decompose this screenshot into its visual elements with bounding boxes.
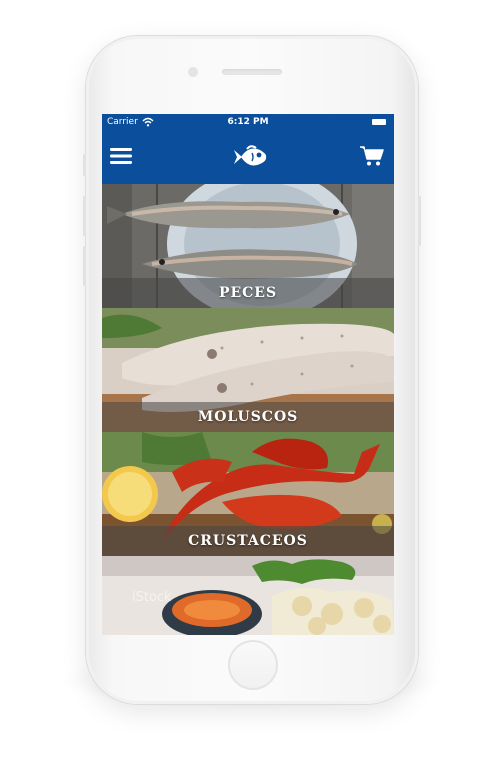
category-moluscos[interactable]: MOLUSCOS (102, 308, 394, 432)
category-platos[interactable]: iStock (102, 556, 394, 635)
category-peces[interactable]: PECES (102, 184, 394, 308)
volume-up-button (83, 196, 86, 236)
shopping-cart-icon[interactable] (360, 145, 384, 167)
category-crustaceos[interactable]: CRUSTACEOS (102, 432, 394, 556)
category-label: PECES (218, 285, 278, 301)
hamburger-menu-icon[interactable] (110, 146, 132, 166)
front-camera (188, 67, 198, 77)
phone-frame: Carrier 6:12 PM PECES MOLUSCOS CRUSTACEO… (83, 36, 421, 704)
mute-switch (83, 154, 86, 176)
status-bar: Carrier 6:12 PM (102, 114, 394, 132)
status-time: 6:12 PM (227, 117, 269, 127)
power-button (418, 196, 421, 246)
home-button[interactable] (228, 640, 278, 690)
stock-watermark: iStock (132, 590, 172, 605)
volume-down-button (83, 246, 86, 286)
category-label: CRUSTACEOS (188, 533, 308, 549)
app-screen: Carrier 6:12 PM PECES MOLUSCOS CRUSTACEO… (102, 114, 394, 635)
fish-logo-icon (234, 145, 267, 166)
category-label: MOLUSCOS (197, 409, 299, 425)
nav-bar (102, 132, 394, 184)
earpiece-speaker (222, 69, 282, 75)
battery-icon (372, 119, 386, 125)
